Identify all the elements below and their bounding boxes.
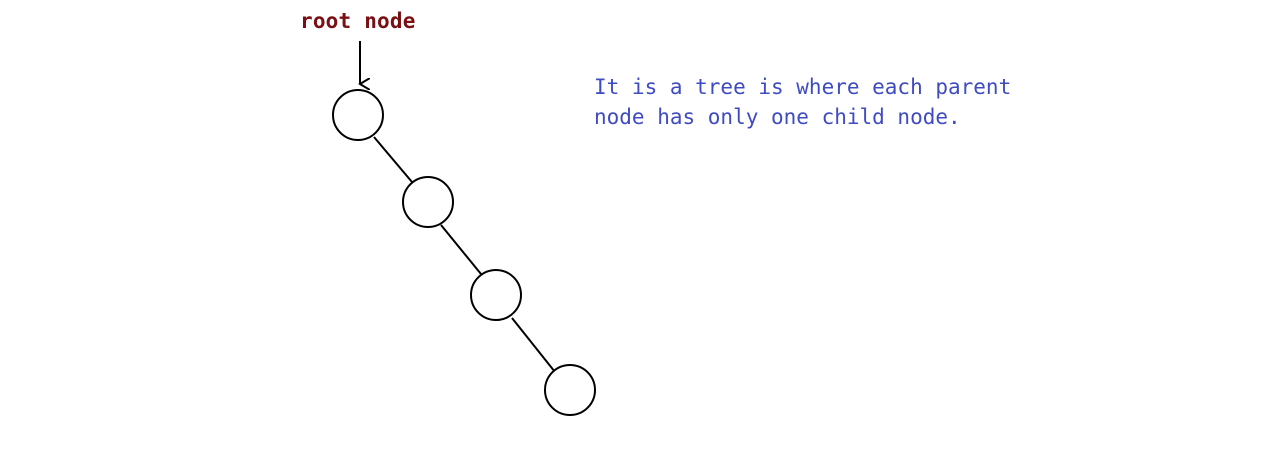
- tree-edge: [373, 136, 413, 183]
- description-line: node has only one child node.: [594, 105, 961, 129]
- tree-edge: [440, 224, 482, 275]
- skewed-tree-diagram: [332, 41, 596, 416]
- tree-node-leaf: [544, 364, 596, 416]
- tree-node: [470, 269, 522, 321]
- description-line: It is a tree is where each parent: [594, 75, 1012, 99]
- tree-edge: [511, 317, 556, 373]
- tree-node-root: [332, 89, 384, 141]
- tree-node: [402, 176, 454, 228]
- tree-description: It is a tree is where each parent node h…: [594, 72, 1011, 132]
